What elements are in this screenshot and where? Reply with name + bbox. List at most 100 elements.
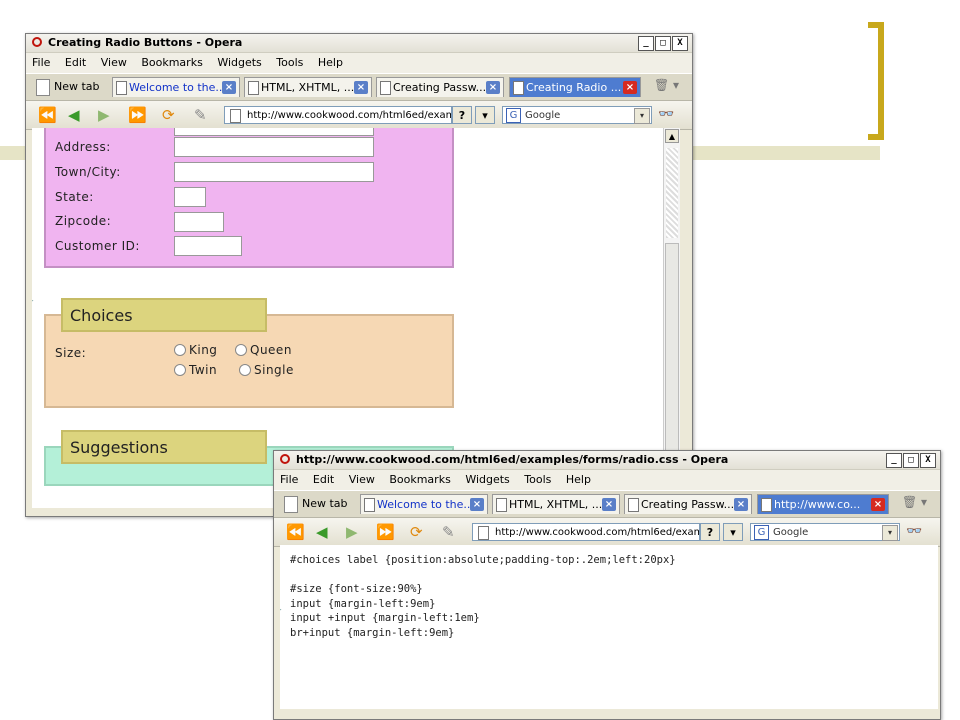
state-field[interactable] <box>174 187 206 207</box>
title-bar: Creating Radio Buttons - Opera _ □ X <box>26 34 692 53</box>
customer-id-field[interactable] <box>174 236 242 256</box>
menu-edit[interactable]: Edit <box>313 473 334 486</box>
tab-label: Welcome to the... <box>129 81 226 94</box>
search-field[interactable]: G Google ▾ <box>750 523 900 541</box>
tab-label: HTML, XHTML, ... <box>261 81 355 94</box>
close-tab-icon[interactable]: × <box>734 498 748 511</box>
new-tab-button[interactable]: New tab <box>34 77 100 97</box>
menu-file[interactable]: File <box>32 56 50 69</box>
opera-logo-icon <box>32 37 42 47</box>
reload-icon[interactable]: ⟳ <box>410 523 423 541</box>
pencil-icon[interactable]: ✎ <box>442 523 455 541</box>
rewind-icon[interactable]: ⏪ <box>286 523 305 541</box>
close-tab-icon[interactable]: × <box>623 81 637 94</box>
address-dropdown-button[interactable]: ▾ <box>723 523 743 541</box>
field-label-town: Town/City: <box>55 165 121 179</box>
radio-single[interactable]: Single <box>239 363 294 377</box>
new-tab-icon <box>284 496 298 513</box>
menu-edit[interactable]: Edit <box>65 56 86 69</box>
menu-view[interactable]: View <box>101 56 127 69</box>
menu-help[interactable]: Help <box>318 56 343 69</box>
chevron-down-icon[interactable]: ▾ <box>634 108 650 124</box>
close-button[interactable]: X <box>920 453 936 468</box>
address-field[interactable] <box>174 137 374 157</box>
navigation-toolbar: ⏪ ◀ ▶ ⏩ ⟳ ✎ http://www.cookwood.com/html… <box>274 518 940 547</box>
tab-radio-css[interactable]: http://www.co... × <box>757 494 889 514</box>
radio-king[interactable]: King <box>174 343 217 357</box>
tab-creating-password[interactable]: Creating Passw... × <box>376 77 504 97</box>
forward-arrow-icon[interactable]: ▶ <box>346 523 358 541</box>
fast-forward-icon[interactable]: ⏩ <box>128 106 147 124</box>
back-arrow-icon[interactable]: ◀ <box>68 106 80 124</box>
radio-twin[interactable]: Twin <box>174 363 217 377</box>
menu-help[interactable]: Help <box>566 473 591 486</box>
scroll-marker-icon: ▸ <box>280 605 282 615</box>
css-code: #choices label {position:absolute;paddin… <box>290 553 676 640</box>
radio-circle-icon <box>235 344 247 356</box>
address-dropdown-button[interactable]: ▾ <box>475 106 495 124</box>
title-bar: http://www.cookwood.com/html6ed/examples… <box>274 451 940 470</box>
maximize-button[interactable]: □ <box>903 453 919 468</box>
close-tab-icon[interactable]: × <box>354 81 368 94</box>
close-button[interactable]: X <box>672 36 688 51</box>
page-icon <box>761 498 772 512</box>
site-info-button[interactable]: ? <box>700 523 720 541</box>
address-bar[interactable]: http://www.cookwood.com/html6ed/exam <box>224 106 452 124</box>
reload-icon[interactable]: ⟳ <box>162 106 175 124</box>
site-info-button[interactable]: ? <box>452 106 472 124</box>
close-tab-icon[interactable]: × <box>486 81 500 94</box>
maximize-button[interactable]: □ <box>655 36 671 51</box>
address-bar[interactable]: http://www.cookwood.com/html6ed/exam <box>472 523 700 541</box>
tab-label: Creating Passw... <box>393 81 487 94</box>
menu-widgets[interactable]: Widgets <box>465 473 509 486</box>
code-line: #size {font-size:90%} <box>290 583 423 595</box>
fast-forward-icon[interactable]: ⏩ <box>376 523 395 541</box>
radio-queen[interactable]: Queen <box>235 343 292 357</box>
rewind-icon[interactable]: ⏪ <box>38 106 57 124</box>
search-placeholder: Google <box>773 527 809 538</box>
minimize-button[interactable]: _ <box>886 453 902 468</box>
close-tab-icon[interactable]: × <box>602 498 616 511</box>
tab-welcome[interactable]: Welcome to the... × <box>360 494 488 514</box>
menu-view[interactable]: View <box>349 473 375 486</box>
close-tab-icon[interactable]: × <box>470 498 484 511</box>
menu-tools[interactable]: Tools <box>276 56 303 69</box>
pencil-icon[interactable]: ✎ <box>194 106 207 124</box>
new-tab-label: New tab <box>302 497 348 510</box>
trash-icon[interactable]: 🗑 ▾ <box>654 78 679 92</box>
tab-creating-password[interactable]: Creating Passw... × <box>624 494 752 514</box>
glasses-icon[interactable]: 👓 <box>658 107 674 122</box>
menu-bookmarks[interactable]: Bookmarks <box>389 473 450 486</box>
tab-welcome[interactable]: Welcome to the... × <box>112 77 240 97</box>
zipcode-field[interactable] <box>174 212 224 232</box>
trash-icon[interactable]: 🗑 ▾ <box>902 495 927 509</box>
menu-file[interactable]: File <box>280 473 298 486</box>
new-tab-button[interactable]: New tab <box>282 494 348 514</box>
tab-html-xhtml[interactable]: HTML, XHTML, ... × <box>244 77 372 97</box>
menu-bookmarks[interactable]: Bookmarks <box>141 56 202 69</box>
page-icon <box>628 498 639 512</box>
glasses-icon[interactable]: 👓 <box>906 524 922 539</box>
forward-arrow-icon[interactable]: ▶ <box>98 106 110 124</box>
page-icon <box>478 526 489 540</box>
close-tab-icon[interactable]: × <box>222 81 236 94</box>
scroll-up-icon[interactable]: ▲ <box>665 129 679 143</box>
top-input-field[interactable] <box>174 128 374 136</box>
back-arrow-icon[interactable]: ◀ <box>316 523 328 541</box>
menu-widgets[interactable]: Widgets <box>217 56 261 69</box>
new-tab-label: New tab <box>54 80 100 93</box>
tab-html-xhtml[interactable]: HTML, XHTML, ... × <box>492 494 620 514</box>
tab-label: Welcome to the... <box>377 498 474 511</box>
search-field[interactable]: G Google ▾ <box>502 106 652 124</box>
contact-fieldset: Address: Town/City: State: Zipcode: Cust… <box>44 128 454 268</box>
menu-tools[interactable]: Tools <box>524 473 551 486</box>
tab-creating-radio[interactable]: Creating Radio ... × <box>509 77 641 97</box>
page-icon <box>248 81 259 95</box>
minimize-button[interactable]: _ <box>638 36 654 51</box>
town-field[interactable] <box>174 162 374 182</box>
chevron-down-icon[interactable]: ▾ <box>882 525 898 541</box>
menu-bar: File Edit View Bookmarks Widgets Tools H… <box>26 53 692 73</box>
close-tab-icon[interactable]: × <box>871 498 885 511</box>
code-line: #choices label {position:absolute;paddin… <box>290 554 676 566</box>
page-icon <box>116 81 127 95</box>
